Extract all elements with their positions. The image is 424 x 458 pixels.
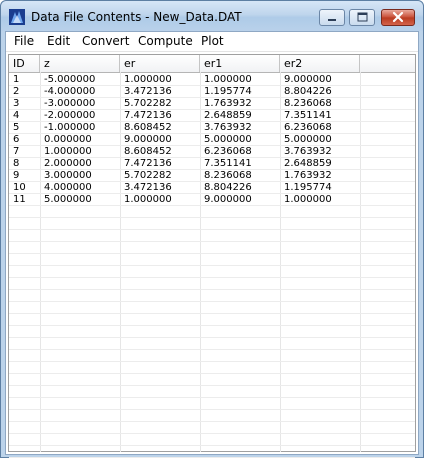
- row-divider: [9, 361, 415, 362]
- data-table: ID z er er1 er2 1 -5.000000 1.000000 1.0000…: [8, 54, 416, 458]
- row-divider: [9, 409, 415, 410]
- row-divider: [9, 397, 415, 398]
- row-divider: [9, 265, 415, 266]
- row-divider: [9, 217, 415, 218]
- column-header-er2[interactable]: er2: [280, 55, 360, 72]
- menu-edit[interactable]: Edit: [47, 34, 70, 48]
- row-divider: [9, 145, 415, 146]
- client-area: File Edit Convert Compute Plot ID z er e…: [5, 31, 419, 458]
- row-divider: [9, 85, 415, 86]
- minimize-icon: [328, 19, 336, 21]
- row-divider: [9, 349, 415, 350]
- row-divider: [9, 121, 415, 122]
- menu-compute[interactable]: Compute: [138, 34, 193, 48]
- menu-file[interactable]: File: [14, 34, 34, 48]
- close-icon: [392, 11, 404, 23]
- row-divider: [9, 313, 415, 314]
- row-divider: [9, 289, 415, 290]
- row-divider: [9, 253, 415, 254]
- row-divider: [9, 109, 415, 110]
- row-divider: [9, 373, 415, 374]
- app-window: Data File Contents - New_Data.DAT File E…: [0, 0, 424, 458]
- row-divider: [9, 241, 415, 242]
- row-divider: [9, 445, 415, 446]
- maximize-icon: [357, 12, 368, 22]
- row-divider: [9, 421, 415, 422]
- row-divider: [9, 133, 415, 134]
- row-divider: [9, 301, 415, 302]
- maximize-button[interactable]: [349, 9, 375, 26]
- row-divider: [9, 97, 415, 98]
- row-divider: [9, 385, 415, 386]
- row-divider: [9, 157, 415, 158]
- column-header-empty: [360, 55, 415, 72]
- row-divider: [9, 277, 415, 278]
- column-header-er[interactable]: er: [120, 55, 200, 72]
- app-icon: [9, 9, 25, 25]
- menu-convert[interactable]: Convert: [82, 34, 129, 48]
- row-divider: [9, 229, 415, 230]
- row-divider: [9, 337, 415, 338]
- row-divider: [9, 433, 415, 434]
- close-button[interactable]: [381, 9, 415, 26]
- row-divider: [9, 181, 415, 182]
- column-header-id[interactable]: ID: [9, 55, 40, 72]
- column-header-z[interactable]: z: [40, 55, 120, 72]
- window-title: Data File Contents - New_Data.DAT: [31, 10, 242, 24]
- column-header-er1[interactable]: er1: [200, 55, 280, 72]
- title-bar[interactable]: Data File Contents - New_Data.DAT: [1, 1, 423, 31]
- row-divider: [9, 169, 415, 170]
- menu-bar: File Edit Convert Compute Plot: [6, 32, 418, 52]
- row-divider: [9, 325, 415, 326]
- row-divider: [9, 205, 415, 206]
- menu-plot[interactable]: Plot: [201, 34, 224, 48]
- table-header: ID z er er1 er2: [9, 55, 415, 73]
- row-divider: [9, 193, 415, 194]
- minimize-button[interactable]: [319, 9, 345, 26]
